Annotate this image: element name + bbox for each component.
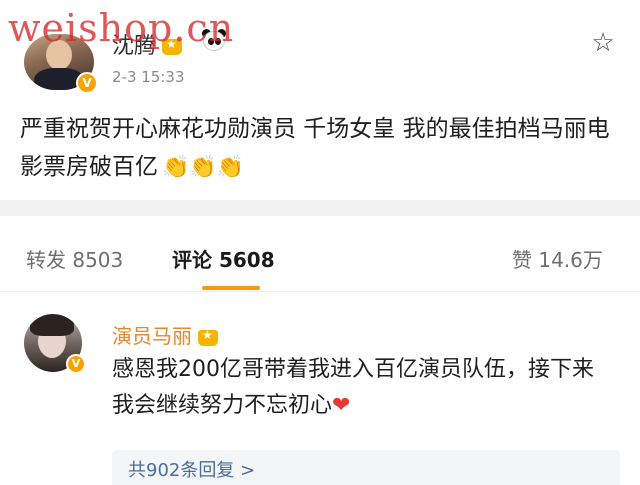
red-heart-emoji: ❤ — [332, 393, 351, 418]
interaction-tabs: 转发 8503 评论 5608 赞 14.6万 — [0, 216, 640, 292]
watermark-text: weishop.cn — [8, 6, 235, 50]
favorite-star-icon[interactable]: ☆ — [588, 28, 618, 58]
comment-body-text: 感恩我200亿哥带着我进入百亿演员队伍，接下来我会继续努力不忘初心 — [112, 357, 594, 418]
repost-count: 8503 — [72, 248, 124, 272]
tab-like[interactable]: 赞 14.6万 — [512, 244, 603, 273]
member-crown-icon — [198, 328, 218, 346]
commenter-name[interactable]: 演员马丽 — [112, 320, 218, 349]
section-divider — [0, 200, 640, 216]
tab-comment[interactable]: 评论 5608 — [172, 244, 275, 273]
replies-box[interactable]: 共902条回复 > — [112, 450, 620, 485]
comment-count: 5608 — [218, 248, 275, 272]
comment-item: V 演员马丽 感恩我200亿哥带着我进入百亿演员队伍，接下来我会继续努力不忘初心… — [0, 292, 640, 485]
post-timestamp: 2-3 15:33 — [112, 68, 185, 86]
comment-body: 感恩我200亿哥带着我进入百亿演员队伍，接下来我会继续努力不忘初心❤ — [112, 352, 612, 424]
tab-repost[interactable]: 转发 8503 — [26, 244, 123, 273]
clapping-hands-emoji: 👏👏👏 — [162, 155, 245, 180]
commenter-name-text: 演员马丽 — [112, 324, 192, 348]
active-tab-indicator — [202, 286, 260, 290]
commenter-avatar[interactable]: V — [24, 314, 86, 374]
repost-label: 转发 — [26, 248, 66, 272]
verified-badge-icon: V — [66, 354, 86, 374]
like-count: 14.6万 — [538, 248, 603, 272]
view-replies-link[interactable]: 共902条回复 > — [128, 456, 255, 482]
verified-badge-icon: V — [76, 72, 98, 94]
post-body-text: 严重祝贺开心麻花功勋演员 千场女皇 我的最佳拍档马丽电影票房破百亿 — [20, 116, 610, 180]
comment-label: 评论 — [172, 248, 212, 272]
like-label: 赞 — [512, 248, 532, 272]
post-body: 严重祝贺开心麻花功勋演员 千场女皇 我的最佳拍档马丽电影票房破百亿 👏👏👏 — [20, 110, 620, 187]
